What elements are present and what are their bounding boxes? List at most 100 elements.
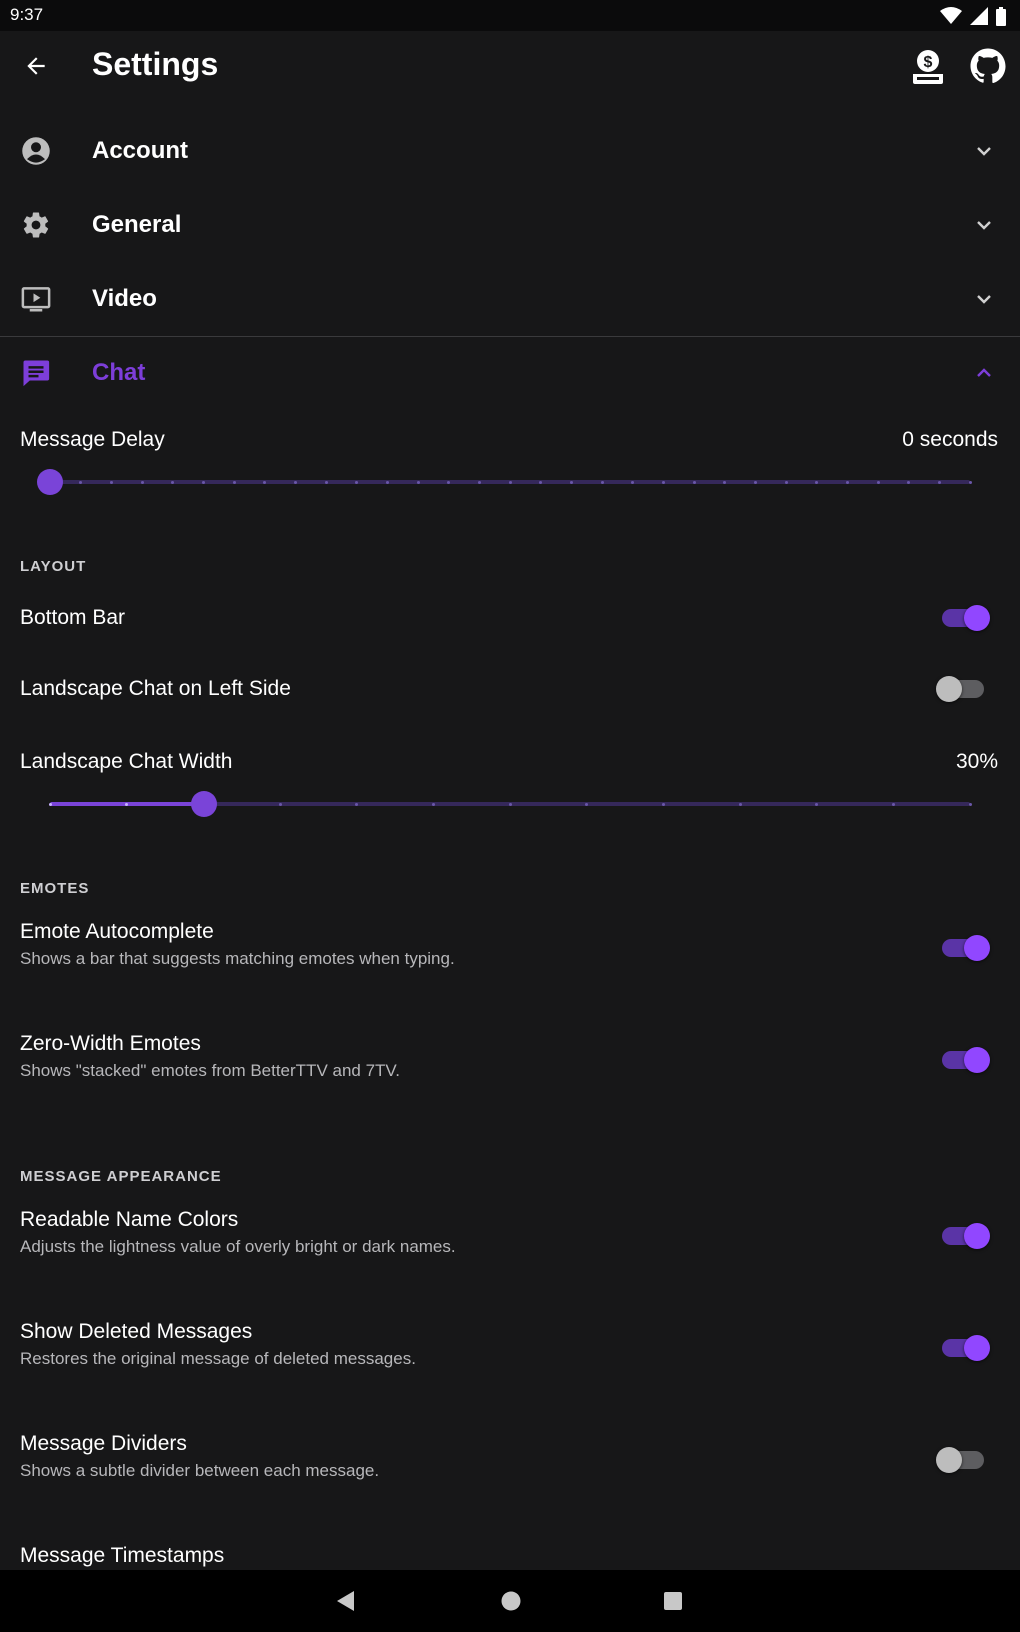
slider-tick: [201, 480, 205, 484]
slider-tick: [447, 480, 451, 484]
nav-home-icon[interactable]: [500, 1590, 522, 1612]
slider-tick: [79, 480, 83, 484]
setting-description: Shows a subtle divider between each mess…: [20, 1461, 380, 1480]
category-video-label: Video: [92, 285, 157, 312]
back-button[interactable]: [18, 48, 54, 84]
slider-tick: [815, 480, 819, 484]
video-player-icon: [20, 283, 52, 315]
slider-tick: [631, 480, 635, 484]
nav-back-icon[interactable]: [334, 1589, 358, 1613]
setting-description: Shows a bar that suggests matching emote…: [20, 949, 455, 968]
account-circle-icon: [20, 135, 52, 167]
setting-title: Emote Autocomplete: [20, 920, 214, 943]
zero-width-emotes-switch[interactable]: [942, 1040, 990, 1080]
slider-tick: [140, 480, 144, 484]
slider-tick: [845, 480, 849, 484]
slider-thumb[interactable]: [37, 469, 63, 495]
message-delay-label: Message Delay: [20, 428, 165, 451]
setting-landscape-left[interactable]: Landscape Chat on Left Side: [0, 663, 1020, 715]
slider-tick: [508, 802, 512, 806]
slider-tick: [385, 480, 389, 484]
landscape-left-switch[interactable]: [936, 669, 984, 709]
github-icon: [970, 48, 1006, 84]
donate-dollar-icon: $: [913, 50, 943, 84]
nav-recents-icon[interactable]: [663, 1591, 683, 1611]
slider-tick: [661, 802, 665, 806]
landscape-width-value: 30%: [955, 750, 998, 773]
setting-message-dividers[interactable]: Message Dividers Shows a subtle divider …: [0, 1424, 1020, 1496]
slider-tick: [600, 480, 604, 484]
message-dividers-switch[interactable]: [936, 1440, 984, 1480]
slider-tick: [324, 480, 328, 484]
category-chat[interactable]: Chat: [0, 336, 1020, 410]
slider-tick: [263, 480, 267, 484]
status-icons: [940, 6, 1006, 26]
slider-tick: [278, 802, 282, 806]
setting-description: Adjusts the lightness value of overly br…: [20, 1237, 456, 1256]
slider-tick: [48, 802, 52, 806]
slider-tick: [692, 480, 696, 484]
setting-title: Show Deleted Messages: [20, 1320, 253, 1343]
github-button[interactable]: [968, 46, 1008, 86]
slider-tick: [508, 480, 512, 484]
category-account[interactable]: Account: [0, 114, 1020, 188]
setting-zero-width-emotes[interactable]: Zero-Width Emotes Shows "stacked" emotes…: [0, 1024, 1020, 1096]
slider-tick: [753, 480, 757, 484]
slider-tick: [293, 480, 297, 484]
setting-description: Shows "stacked" emotes from BetterTTV an…: [20, 1061, 400, 1080]
slider-tick: [907, 480, 911, 484]
slider-thumb[interactable]: [190, 791, 217, 817]
cell-signal-icon: [970, 7, 988, 25]
chevron-down-icon: [977, 221, 991, 230]
slider-tick: [232, 480, 236, 484]
show-deleted-messages-switch[interactable]: [942, 1328, 990, 1368]
setting-show-deleted-messages[interactable]: Show Deleted Messages Restores the origi…: [0, 1312, 1020, 1384]
setting-title: Message Dividers: [20, 1432, 187, 1455]
category-general-label: General: [92, 211, 182, 238]
slider-tick: [891, 802, 895, 806]
setting-message-timestamps[interactable]: Message Timestamps: [0, 1536, 1020, 1570]
status-bar: 9:37: [0, 0, 1020, 31]
setting-title: Zero-Width Emotes: [20, 1032, 201, 1055]
gear-icon: [20, 209, 52, 241]
setting-bottom-bar[interactable]: Bottom Bar: [0, 592, 1020, 644]
emote-autocomplete-switch[interactable]: [942, 928, 990, 968]
slider-tick: [355, 802, 359, 806]
chevron-down-icon: [977, 295, 991, 304]
slider-tick: [784, 480, 788, 484]
message-delay-slider[interactable]: [37, 462, 972, 502]
status-time: 9:37: [10, 5, 44, 24]
chevron-up-icon: [977, 368, 991, 377]
arrow-back-icon: [27, 57, 45, 75]
wifi-icon: [940, 7, 962, 24]
slider-tick: [171, 480, 175, 484]
page-title: Settings: [92, 46, 219, 82]
slider-tick: [477, 480, 481, 484]
section-header-layout: LAYOUT: [20, 558, 87, 575]
setting-emote-autocomplete[interactable]: Emote Autocomplete Shows a bar that sugg…: [0, 912, 1020, 984]
setting-description: Restores the original message of deleted…: [20, 1349, 416, 1368]
slider-tick: [585, 802, 589, 806]
category-account-label: Account: [92, 137, 188, 164]
readable-name-colors-switch[interactable]: [942, 1216, 990, 1256]
chat-message-icon: [20, 357, 52, 389]
setting-readable-name-colors[interactable]: Readable Name Colors Adjusts the lightne…: [0, 1200, 1020, 1272]
bottom-bar-switch[interactable]: [942, 598, 990, 638]
category-chat-label: Chat: [92, 359, 146, 386]
slider-tick: [431, 802, 435, 806]
slider-tick: [815, 802, 819, 806]
battery-icon: [996, 6, 1006, 26]
slider-tick: [738, 802, 742, 806]
landscape-width-slider[interactable]: [48, 784, 972, 824]
section-header-emotes: EMOTES: [20, 880, 90, 897]
slider-tick: [968, 480, 972, 484]
category-general[interactable]: General: [0, 188, 1020, 262]
section-header-message-appearance: MESSAGE APPEARANCE: [20, 1168, 222, 1185]
slider-tick: [355, 480, 359, 484]
slider-tick: [125, 802, 129, 806]
setting-title: Landscape Chat on Left Side: [20, 677, 291, 700]
chevron-down-icon: [977, 147, 991, 156]
setting-title: Readable Name Colors: [20, 1208, 239, 1231]
donate-button[interactable]: $: [908, 46, 948, 86]
category-video[interactable]: Video: [0, 262, 1020, 336]
